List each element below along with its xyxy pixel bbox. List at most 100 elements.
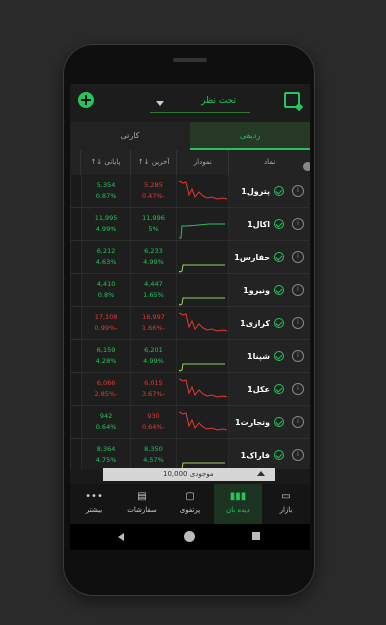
last-price: 6,201 [144,346,163,354]
info-icon[interactable]: i [292,218,304,230]
last-price-cell: 11,996 5% [130,208,175,240]
nav-market-label: بازار [279,506,293,514]
header-symbol[interactable]: نماد [228,150,310,175]
info-icon[interactable]: i [292,416,304,428]
sparkline [178,378,227,398]
sparkline-cell [175,373,228,405]
inventory-bar[interactable]: موجودی 10,000 [103,468,275,481]
check-circle-icon [274,417,284,427]
info-icon[interactable]: i [292,449,304,461]
recent-apps-icon[interactable] [252,532,260,540]
table-row[interactable]: i اکال1 11,996 5% 11,995 4.99% [70,208,310,241]
close-percent: 4.28% [95,357,117,365]
last-price: 11,996 [142,214,165,222]
check-circle-icon [274,285,284,295]
symbol-cell[interactable]: i وتجارت1 [228,406,310,438]
portfolio-icon: ▢ [185,491,195,502]
info-icon[interactable]: i [292,251,304,263]
table-row[interactable]: i عکل1 6,015 -3.67% 6,066 -2.85% [70,373,310,406]
sparkline [178,223,225,239]
close-percent: 0.8% [97,291,115,299]
close-percent: -0.99% [94,324,118,332]
header-last-price[interactable]: آخرین ↓↑ [129,150,176,175]
last-percent: 4.99% [143,258,164,266]
nav-portfolio-label: پرتفوی [179,506,201,514]
chevron-up-icon [257,471,265,476]
table-row[interactable]: i کرازی1 16,997 -1.66% 17,108 -0.99% [70,307,310,340]
sparkline-cell [175,274,228,306]
header-spacer [70,150,80,175]
table-row[interactable]: i وتجارت1 930 -0.64% 942 0.64% [70,406,310,439]
bottom-nav: ▭ بازار ▮▮▮ دیده بان ▢ پرتفوی ▤ سفارشات ••• ب… [70,484,310,524]
symbol-name: پترول1 [241,186,270,196]
nav-portfolio[interactable]: ▢ پرتفوی [166,484,214,524]
info-icon[interactable]: i [292,350,304,362]
watchlist-label: تحت نظر [201,96,236,106]
top-bar: تحت نظر [70,84,310,122]
scroll-indicator[interactable] [303,162,310,171]
more-icon: ••• [85,491,103,502]
last-price: 6,015 [144,379,163,387]
close-price-cell: 4,410 0.8% [80,274,130,306]
watchlist-select[interactable]: تحت نظر [150,94,250,113]
symbol-cell[interactable]: i اکال1 [228,208,310,240]
close-price-cell: 6,159 4.28% [80,340,130,372]
last-price: 16,997 [142,313,165,321]
close-percent: 4.63% [95,258,117,266]
close-price-cell: 6,212 4.63% [80,241,130,273]
nav-orders[interactable]: ▤ سفارشات [118,484,166,524]
info-icon[interactable]: i [292,284,304,296]
header-close-price[interactable]: پایانی ↓↑ [79,150,130,175]
symbol-name: حفارس1 [234,252,270,262]
row-spacer [70,274,81,306]
sparkline [178,411,227,431]
inventory-label: موجودی 10,000 [163,470,214,478]
last-price: 4,447 [144,280,163,288]
info-icon[interactable]: i [292,185,304,197]
close-price-cell: 5,354 0.87% [80,175,130,207]
tab-card-view[interactable]: کارتی [70,122,190,150]
nav-orders-label: سفارشات [127,506,157,514]
info-icon[interactable]: i [292,383,304,395]
table-row[interactable]: i ونیرو1 4,447 1.65% 4,410 0.8% [70,274,310,307]
nav-watch[interactable]: ▮▮▮ دیده بان [214,484,262,524]
tab-row-view[interactable]: ردیفی [190,122,310,150]
last-price-cell: 6,233 4.99% [130,241,175,273]
home-icon[interactable] [184,531,195,542]
table-row[interactable]: i پترول1 5,285 -0.47% 5,354 0.87% [70,175,310,208]
add-icon[interactable] [78,92,94,108]
symbol-cell[interactable]: i فاراک1 [228,439,310,469]
sparkline [178,312,227,332]
close-price: 17,108 [94,313,118,321]
symbol-name: وتجارت1 [235,417,270,427]
symbol-name: فاراک1 [240,450,270,460]
close-price: 6,212 [96,247,116,255]
back-icon[interactable] [118,533,124,541]
close-price-cell: 8,364 4.75% [80,439,130,469]
symbol-cell[interactable]: i ونیرو1 [228,274,310,306]
close-price: 6,066 [96,379,116,387]
sparkline-cell [175,307,228,339]
row-spacer [70,439,81,469]
nav-market[interactable]: ▭ بازار [262,484,310,524]
symbol-cell[interactable]: i حفارس1 [228,241,310,273]
sparkline [178,462,225,469]
table-header: نماد نمودار آخرین ↓↑ پایانی ↓↑ [70,150,310,175]
close-price: 6,159 [96,346,116,354]
orders-icon: ▤ [137,491,147,502]
close-price-cell: 17,108 -0.99% [80,307,130,339]
table-row[interactable]: i حفارس1 6,233 4.99% 6,212 4.63% [70,241,310,274]
info-icon[interactable]: i [292,317,304,329]
edit-icon[interactable] [284,92,300,108]
symbol-cell[interactable]: i کرازی1 [228,307,310,339]
table-row[interactable]: i شپنا1 6,201 4.99% 6,159 4.28% [70,340,310,373]
nav-more[interactable]: ••• بیشتر [70,484,118,524]
system-nav-bar [70,524,310,550]
close-percent: 4.75% [95,456,117,464]
symbol-cell[interactable]: i عکل1 [228,373,310,405]
sparkline [178,264,225,273]
symbol-cell[interactable]: i پترول1 [228,175,310,207]
symbol-cell[interactable]: i شپنا1 [228,340,310,372]
chevron-down-icon [156,101,164,106]
table-row[interactable]: i فاراک1 8,350 4.57% 8,364 4.75% [70,439,310,469]
